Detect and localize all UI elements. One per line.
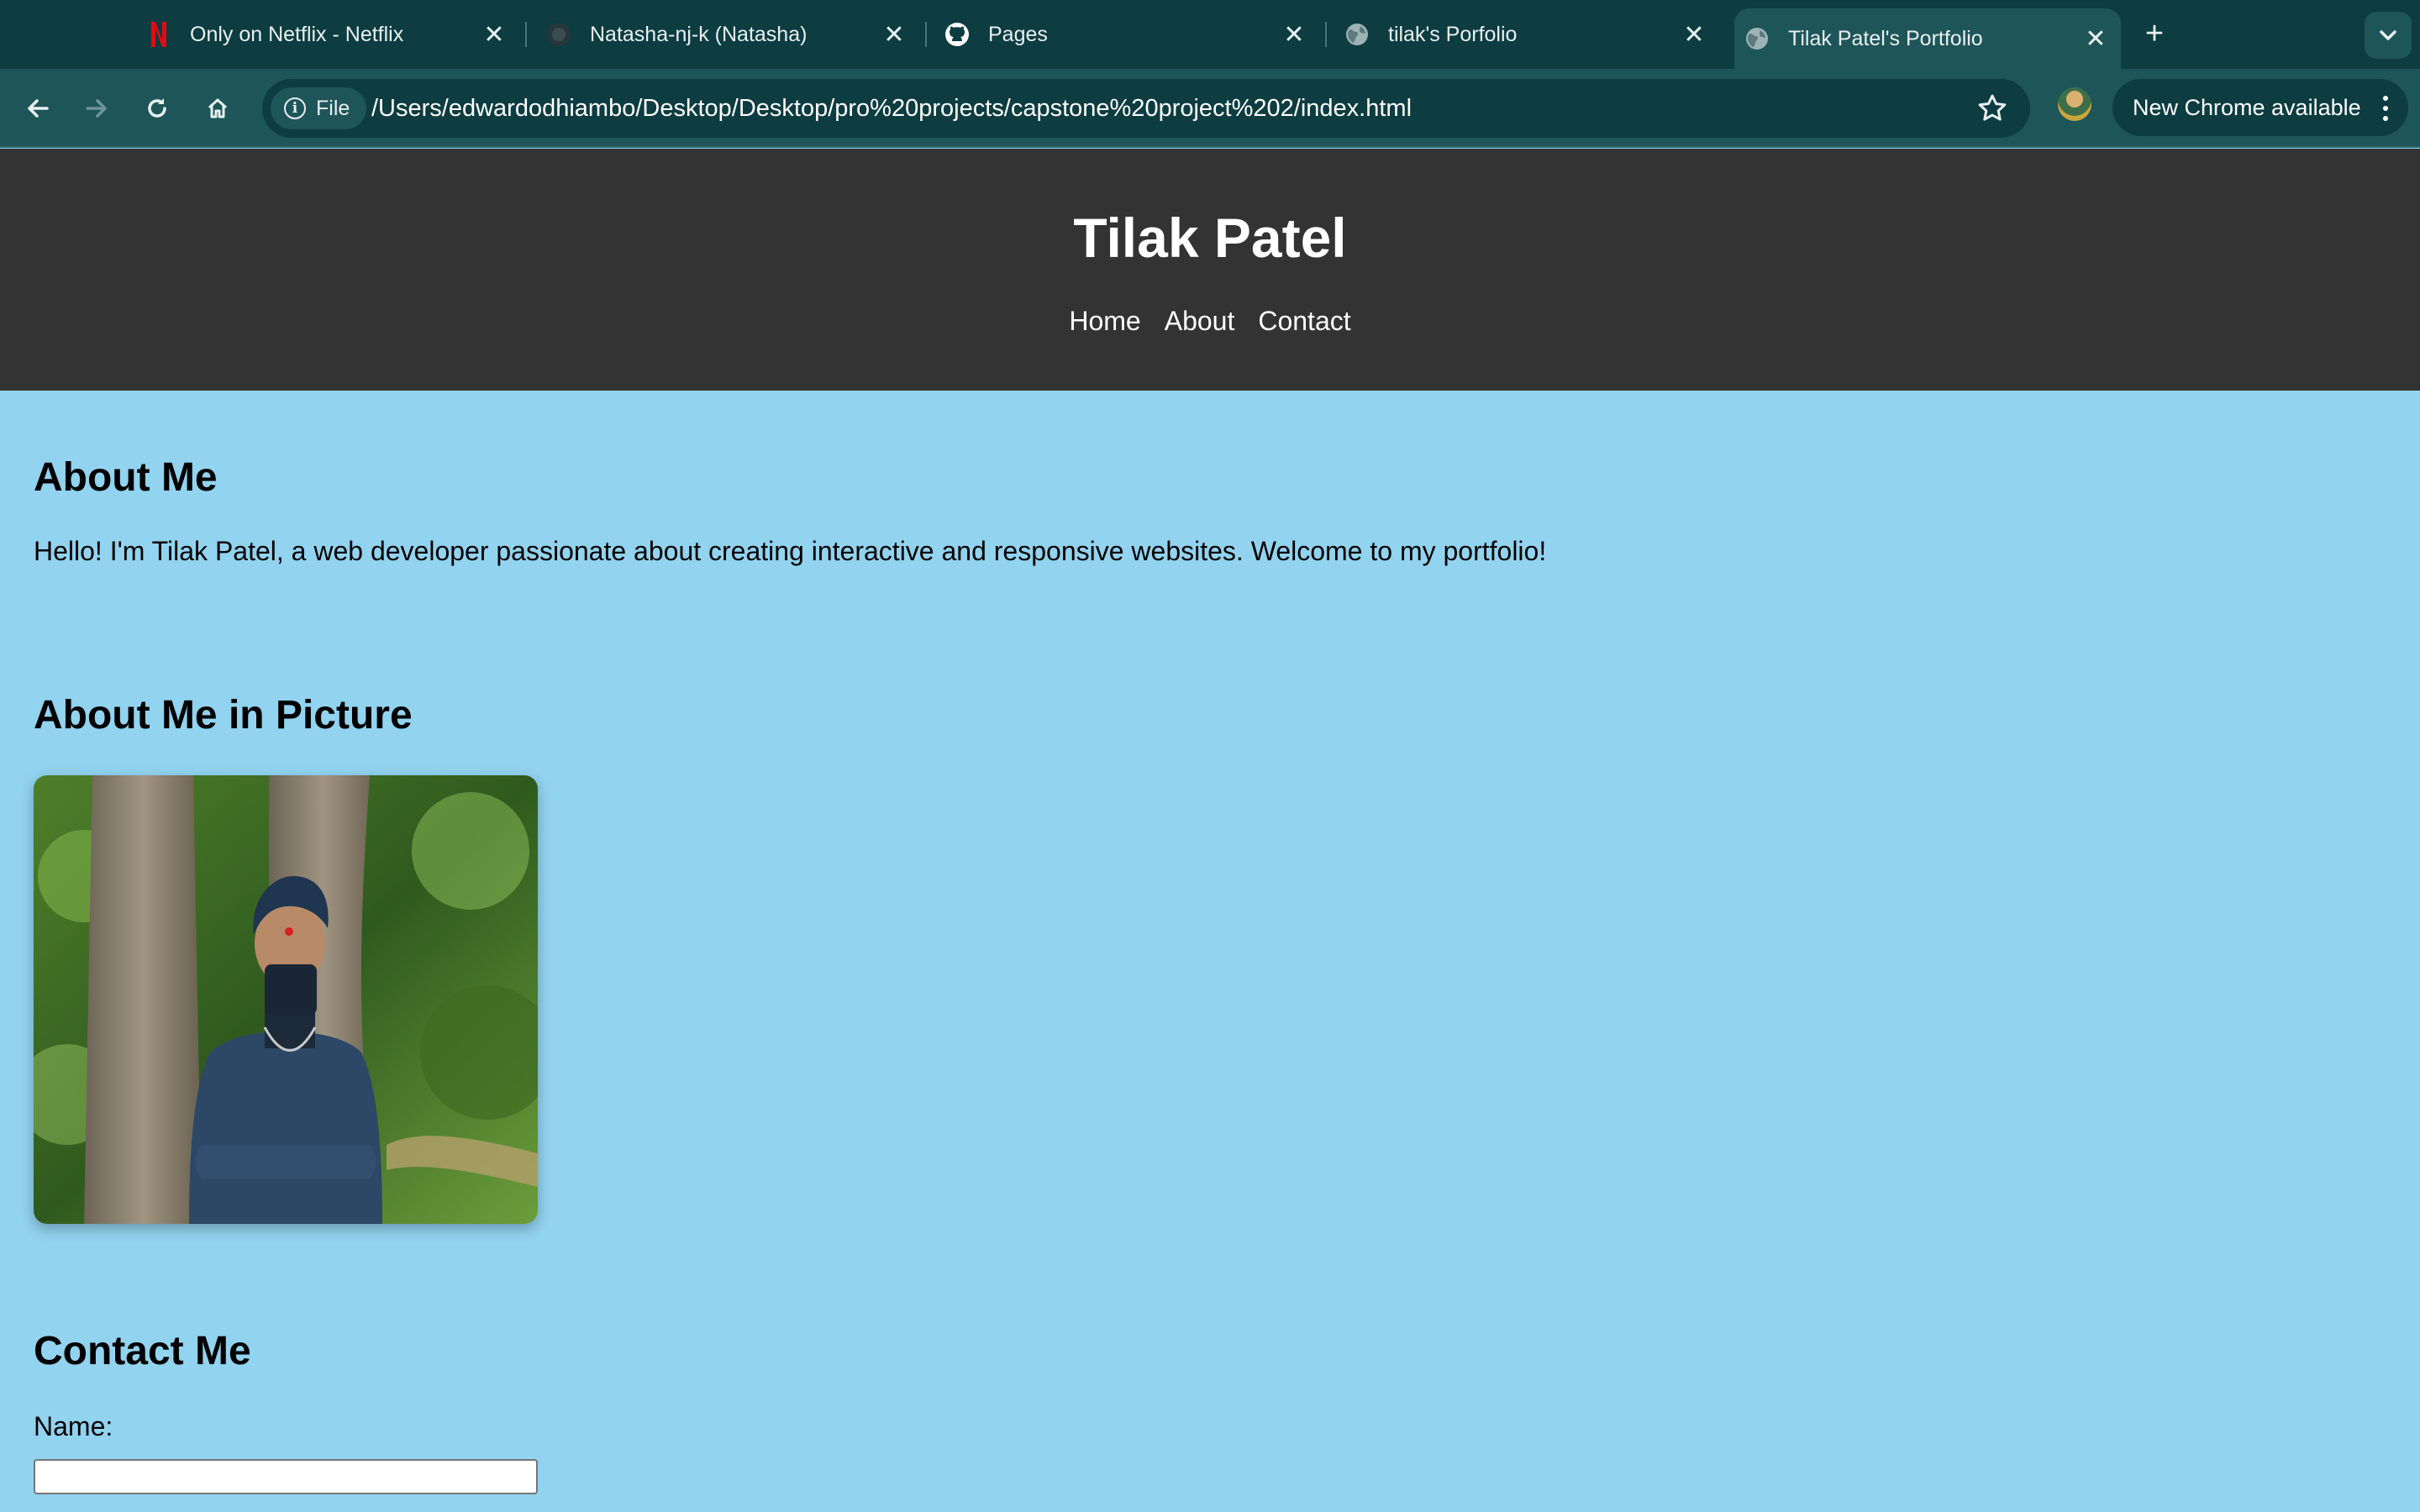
url-text[interactable]: /Users/edwardodhiambo/Desktop/Desktop/pr… xyxy=(371,79,1412,138)
arrow-left-icon xyxy=(28,99,49,118)
tab-divider xyxy=(1325,22,1327,47)
site-info-chip[interactable]: i File xyxy=(271,87,367,129)
about-heading: About Me xyxy=(34,455,218,500)
home-button[interactable] xyxy=(197,87,239,129)
chevron-down-icon xyxy=(2380,30,2396,40)
tab-title: Tilak Patel's Portfolio xyxy=(1788,26,1983,50)
reload-button[interactable] xyxy=(136,87,178,129)
browser-toolbar: i File /Users/edwardodhiambo/Desktop/Des… xyxy=(0,69,2420,148)
tab-title: Only on Netflix - Netflix xyxy=(190,22,404,46)
tab-github-profile[interactable]: Natasha-nj-k (Natasha) ✕ xyxy=(546,0,906,69)
site-nav: Home About Contact xyxy=(0,306,2420,337)
contact-heading: Contact Me xyxy=(34,1329,251,1373)
update-label: New Chrome available xyxy=(2133,94,2361,120)
address-bar[interactable]: i File /Users/edwardodhiambo/Desktop/Des… xyxy=(262,79,2030,138)
tab-netflix[interactable]: Only on Netflix - Netflix ✕ xyxy=(146,0,506,69)
info-icon: i xyxy=(284,97,306,119)
forward-button[interactable] xyxy=(76,87,118,129)
tab-divider xyxy=(925,22,927,47)
github-avatar-icon xyxy=(546,22,571,47)
profile-avatar[interactable] xyxy=(2058,87,2091,121)
globe-icon xyxy=(1744,26,1770,51)
tab-tilaks-porfolio[interactable]: tilak's Porfolio ✕ xyxy=(1344,0,1706,69)
tab-search-button[interactable] xyxy=(2365,12,2412,59)
tab-tilak-patels-portfolio[interactable]: Tilak Patel's Portfolio ✕ xyxy=(1734,8,2121,69)
picture-heading: About Me in Picture xyxy=(34,693,413,738)
about-text: Hello! I'm Tilak Patel, a web developer … xyxy=(34,536,1547,566)
name-input[interactable] xyxy=(34,1459,538,1494)
home-icon xyxy=(208,98,228,118)
close-icon[interactable]: ✕ xyxy=(2084,25,2107,53)
new-chrome-available-button[interactable]: New Chrome available xyxy=(2112,79,2408,136)
github-icon xyxy=(944,22,970,47)
tab-strip: Only on Netflix - Netflix ✕ Natasha-nj-k… xyxy=(0,0,2420,69)
new-tab-button[interactable]: + xyxy=(2138,16,2171,51)
tab-divider xyxy=(525,22,527,47)
more-menu-icon[interactable] xyxy=(2383,96,2388,121)
netflix-icon xyxy=(146,22,171,47)
close-icon[interactable]: ✕ xyxy=(1682,21,1706,49)
nav-link-about[interactable]: About xyxy=(1165,306,1235,337)
name-label: Name: xyxy=(34,1411,113,1441)
site-title: Tilak Patel xyxy=(1073,207,1347,269)
profile-photo xyxy=(34,775,538,1224)
close-icon[interactable]: ✕ xyxy=(882,21,906,49)
tab-title: Pages xyxy=(988,22,1048,46)
tab-pages[interactable]: Pages ✕ xyxy=(944,0,1306,69)
tab-title: Natasha-nj-k (Natasha) xyxy=(590,22,808,46)
close-icon[interactable]: ✕ xyxy=(482,21,506,49)
nav-link-contact[interactable]: Contact xyxy=(1258,306,1350,337)
nav-link-home[interactable]: Home xyxy=(1069,306,1140,337)
scheme-label: File xyxy=(316,96,350,120)
reload-icon xyxy=(148,98,166,118)
close-icon[interactable]: ✕ xyxy=(1282,21,1306,49)
bookmark-star-icon[interactable] xyxy=(1976,92,2008,124)
site-header: Tilak Patel Home About Contact xyxy=(0,149,2420,391)
globe-icon xyxy=(1344,22,1370,47)
back-button[interactable] xyxy=(17,87,59,129)
arrow-right-icon xyxy=(86,99,107,118)
tab-title: tilak's Porfolio xyxy=(1388,22,1518,46)
